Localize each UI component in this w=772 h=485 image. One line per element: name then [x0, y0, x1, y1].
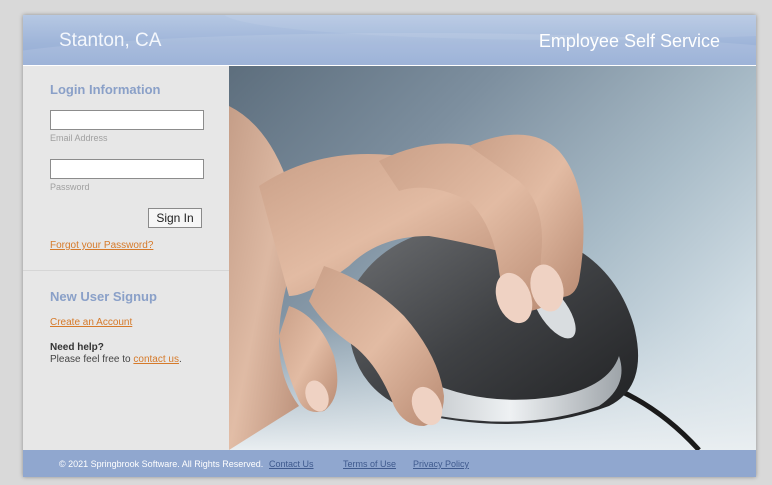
help-text-suffix: . [178, 354, 182, 365]
contact-us-link[interactable]: contact us [133, 354, 179, 365]
password-field[interactable] [50, 159, 204, 179]
sign-in-button[interactable]: Sign In [148, 208, 202, 228]
hero-photo-illustration [229, 106, 756, 450]
login-sidebar: Login Information Email Address Password… [23, 66, 229, 450]
footer-privacy-link[interactable]: Privacy Policy [413, 459, 469, 469]
app-title: Employee Self Service [538, 31, 720, 51]
footer-contact-us-link[interactable]: Contact Us [269, 459, 314, 469]
help-text: Please feel free to contact us. [50, 354, 182, 365]
login-page-frame: Stanton, CA Employee Self Service Login … [23, 15, 756, 477]
hand-on-computer-mouse-photo [229, 66, 756, 450]
copyright-text: © 2021 Springbrook Software. All Rights … [59, 459, 264, 469]
page-footer: © 2021 Springbrook Software. All Rights … [23, 450, 756, 477]
forgot-password-link[interactable]: Forgot your Password? [50, 240, 153, 251]
page-header: Stanton, CA Employee Self Service [23, 15, 756, 66]
email-field[interactable] [50, 110, 204, 130]
city-name: Stanton, CA [59, 30, 162, 51]
create-account-link[interactable]: Create an Account [50, 317, 132, 328]
sidebar-divider [23, 270, 229, 271]
email-field-label: Email Address [50, 133, 108, 143]
need-help-heading: Need help? [50, 342, 104, 353]
password-field-label: Password [50, 182, 90, 192]
signup-section-title: New User Signup [50, 289, 157, 304]
footer-terms-link[interactable]: Terms of Use [343, 459, 396, 469]
help-text-prefix: Please feel free to [50, 354, 131, 365]
login-section-title: Login Information [50, 82, 161, 97]
